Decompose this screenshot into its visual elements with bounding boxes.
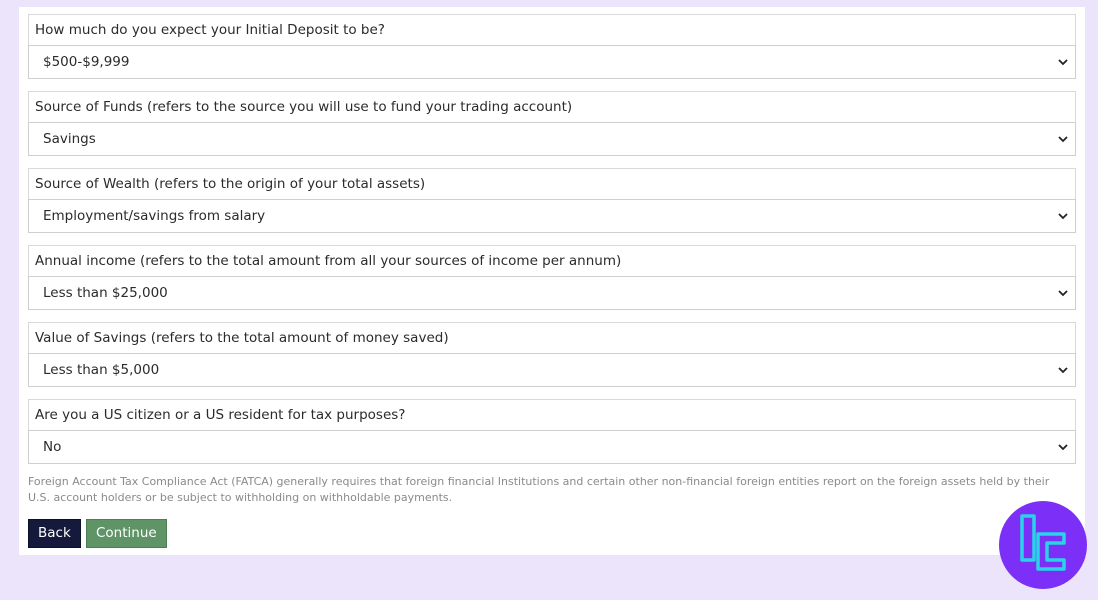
chevron-down-icon bbox=[1058, 290, 1068, 297]
value-of-savings-select[interactable]: Less than $5,000 bbox=[28, 353, 1076, 387]
annual-income-field: Annual income (refers to the total amoun… bbox=[28, 245, 1076, 310]
source-of-wealth-select[interactable]: Employment/savings from salary bbox=[28, 199, 1076, 233]
annual-income-value: Less than $25,000 bbox=[43, 285, 168, 301]
chevron-down-icon bbox=[1058, 136, 1068, 143]
source-of-funds-label: Source of Funds (refers to the source yo… bbox=[28, 91, 1076, 122]
us-citizen-label: Are you a US citizen or a US resident fo… bbox=[28, 399, 1076, 430]
source-of-funds-value: Savings bbox=[43, 131, 96, 147]
us-citizen-field: Are you a US citizen or a US resident fo… bbox=[28, 399, 1076, 464]
source-of-funds-select[interactable]: Savings bbox=[28, 122, 1076, 156]
initial-deposit-label: How much do you expect your Initial Depo… bbox=[28, 14, 1076, 45]
initial-deposit-field: How much do you expect your Initial Depo… bbox=[28, 14, 1076, 79]
chevron-down-icon bbox=[1058, 59, 1068, 66]
annual-income-select[interactable]: Less than $25,000 bbox=[28, 276, 1076, 310]
tc-logo-icon bbox=[999, 501, 1087, 589]
value-of-savings-value: Less than $5,000 bbox=[43, 362, 160, 378]
annual-income-label: Annual income (refers to the total amoun… bbox=[28, 245, 1076, 276]
form-panel: How much do you expect your Initial Depo… bbox=[19, 7, 1085, 555]
source-of-wealth-value: Employment/savings from salary bbox=[43, 208, 266, 224]
chevron-down-icon bbox=[1058, 367, 1068, 374]
fatca-note: Foreign Account Tax Compliance Act (FATC… bbox=[28, 475, 1050, 504]
value-of-savings-label: Value of Savings (refers to the total am… bbox=[28, 322, 1076, 353]
chevron-down-icon bbox=[1058, 444, 1068, 451]
us-citizen-value: No bbox=[43, 439, 62, 455]
source-of-wealth-label: Source of Wealth (refers to the origin o… bbox=[28, 168, 1076, 199]
initial-deposit-value: $500-$9,999 bbox=[43, 54, 130, 70]
source-of-funds-field: Source of Funds (refers to the source yo… bbox=[28, 91, 1076, 156]
us-citizen-select[interactable]: No bbox=[28, 430, 1076, 464]
chevron-down-icon bbox=[1058, 213, 1068, 220]
value-of-savings-field: Value of Savings (refers to the total am… bbox=[28, 322, 1076, 387]
continue-button[interactable]: Continue bbox=[86, 519, 167, 548]
initial-deposit-select[interactable]: $500-$9,999 bbox=[28, 45, 1076, 79]
back-button[interactable]: Back bbox=[28, 519, 81, 548]
source-of-wealth-field: Source of Wealth (refers to the origin o… bbox=[28, 168, 1076, 233]
